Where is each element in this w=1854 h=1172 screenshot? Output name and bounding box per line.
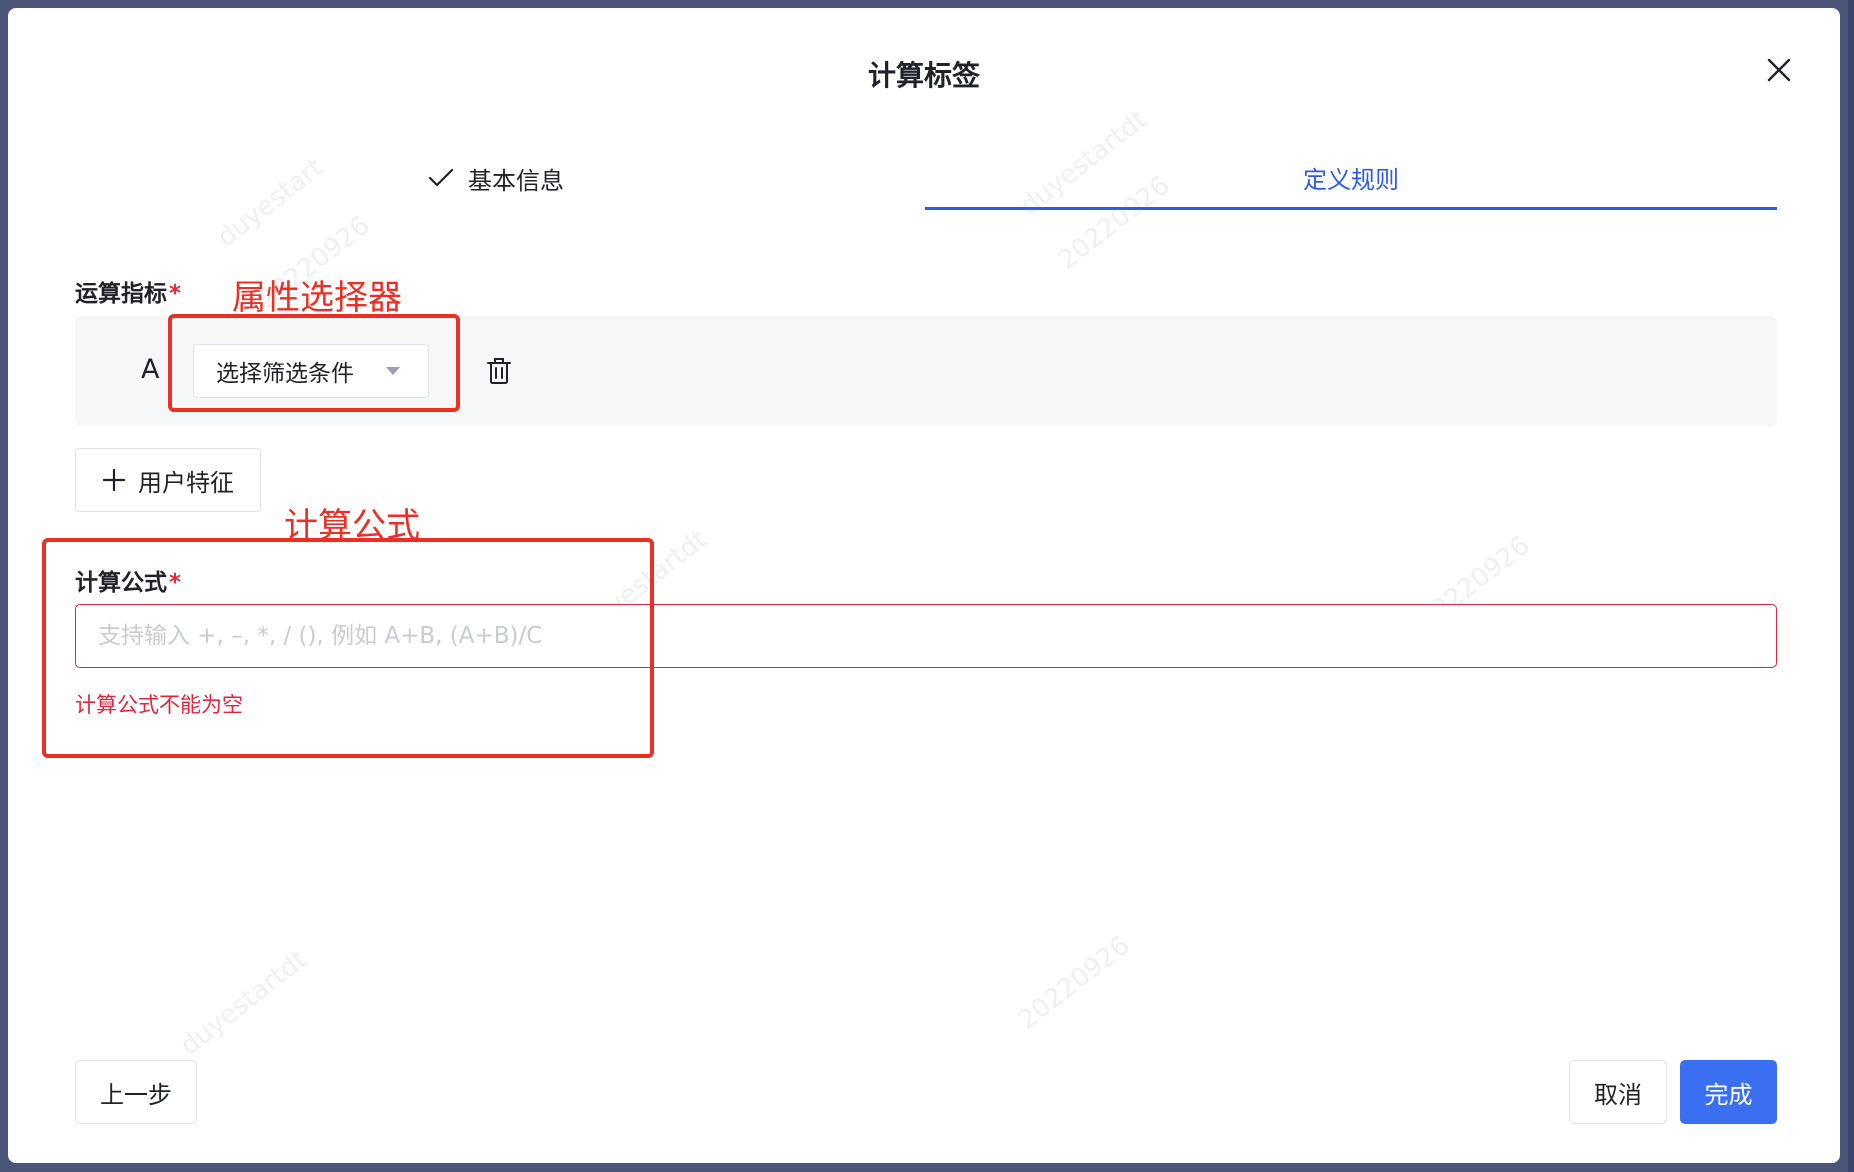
plus-icon xyxy=(102,468,126,492)
prev-step-button[interactable]: 上一步 xyxy=(75,1060,197,1124)
check-icon xyxy=(428,168,454,187)
delete-row-button[interactable] xyxy=(485,356,513,386)
trash-icon xyxy=(487,358,511,384)
step-basic-info-label: 基本信息 xyxy=(468,166,564,195)
calc-tag-modal: duyestart 20220926 duyestartdt 20220926 … xyxy=(8,8,1840,1163)
required-mark: * xyxy=(169,281,182,307)
annotation-selector-label: 属性选择器 xyxy=(232,278,402,318)
watermark: 20220926 xyxy=(1012,930,1136,1036)
close-button[interactable] xyxy=(1761,52,1797,88)
step-define-rules[interactable]: 定义规则 xyxy=(925,160,1777,195)
modal-title: 计算标签 xyxy=(867,59,980,92)
metric-row-letter: A xyxy=(141,354,160,385)
metric-label: 运算指标* xyxy=(75,274,181,308)
close-icon xyxy=(1767,58,1791,82)
modal-backdrop xyxy=(1848,0,1854,1172)
watermark: duyestartdt xyxy=(174,944,313,1062)
annotation-formula-box xyxy=(42,538,654,758)
active-step-indicator xyxy=(925,207,1777,210)
watermark: duyestart xyxy=(212,152,329,254)
annotation-selector-box xyxy=(168,314,460,412)
metric-label-text: 运算指标 xyxy=(75,281,167,307)
step-basic-info[interactable]: 基本信息 xyxy=(428,160,564,196)
add-user-feature-label: 用户特征 xyxy=(138,468,234,497)
finish-button[interactable]: 完成 xyxy=(1680,1060,1777,1124)
cancel-button[interactable]: 取消 xyxy=(1569,1060,1667,1124)
add-user-feature-button[interactable]: 用户特征 xyxy=(75,448,261,512)
